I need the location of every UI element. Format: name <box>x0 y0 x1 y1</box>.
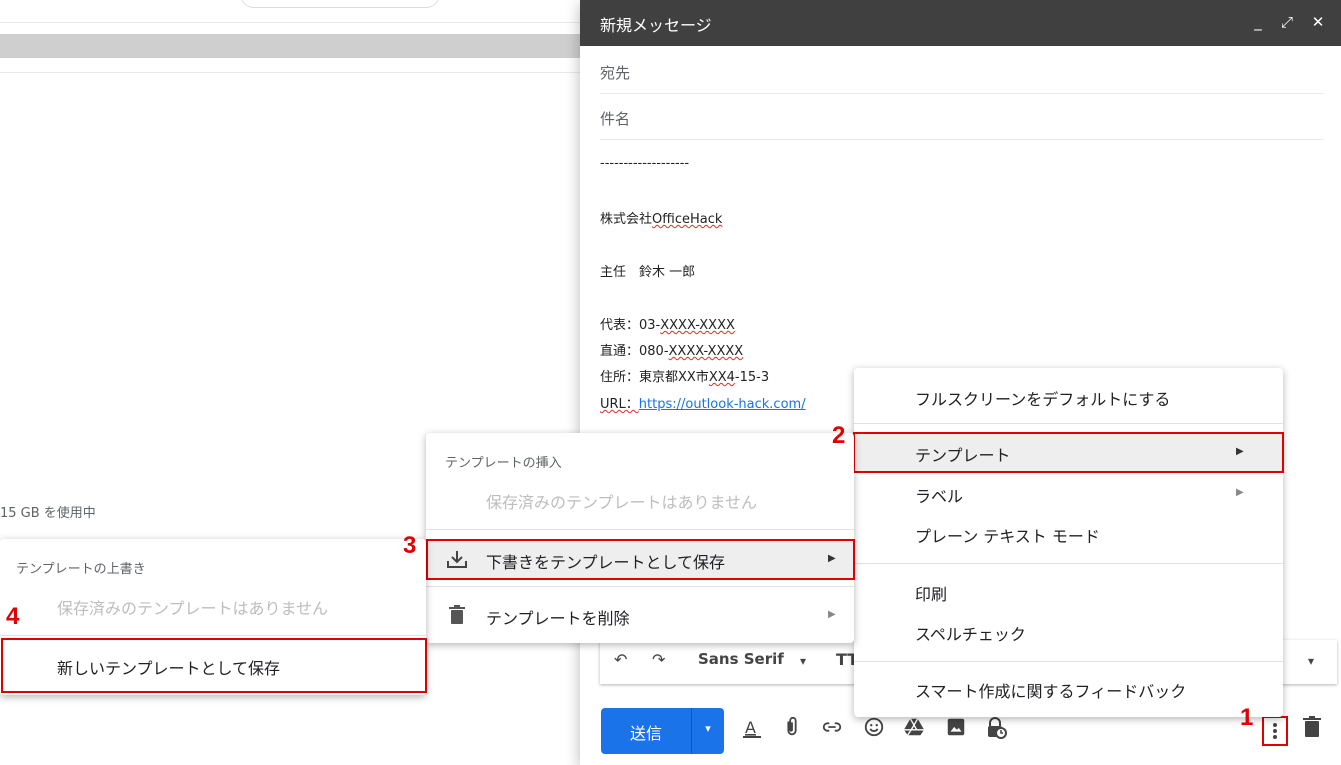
redo-icon[interactable]: ↷ <box>652 650 665 669</box>
discard-draft-icon[interactable] <box>1298 716 1326 744</box>
highlight-templates <box>853 432 1284 473</box>
svg-text:A: A <box>745 718 756 737</box>
step-4-label: 4 <box>6 603 20 630</box>
expand-icon[interactable]: ⤢ <box>1276 10 1298 34</box>
templates-menu: テンプレートの挿入 保存済みのテンプレートはありません 下書きをテンプレートとし… <box>426 433 854 643</box>
menu-divider <box>0 635 426 636</box>
overwrite-template-heading: テンプレートの上書き <box>16 562 146 577</box>
insert-photo-icon[interactable] <box>942 716 970 744</box>
signature-address: 住所：東京都XX市XX4-15-3 <box>600 370 770 385</box>
drive-icon[interactable] <box>900 716 928 744</box>
signature-phone-direct: 直通：080-XXXX-XXXX <box>600 344 744 359</box>
storage-usage: 15 GB を使用中 <box>0 506 96 521</box>
menu-item-spellcheck[interactable]: スペルチェック <box>854 611 1283 651</box>
font-caret-icon[interactable]: ▾ <box>800 654 806 668</box>
close-icon[interactable]: ✕ <box>1307 10 1329 34</box>
step-3-label: 3 <box>403 532 417 559</box>
signature-company: 株式会社OfficeHack <box>600 212 723 227</box>
menu-item-plain-text[interactable]: プレーン テキスト モード <box>854 513 1283 553</box>
send-label: 送信 <box>629 724 662 743</box>
signature-name: 主任 鈴木 一郎 <box>600 265 696 280</box>
menu-item-delete-template[interactable]: テンプレートを削除 ▶ <box>426 595 854 635</box>
menu-item-print[interactable]: 印刷 <box>854 571 1283 611</box>
font-family-select[interactable]: Sans Serif <box>698 650 784 668</box>
to-field[interactable]: 宛先 <box>600 48 1324 94</box>
to-placeholder: 宛先 <box>600 64 631 82</box>
background-toolbar-strip <box>0 34 600 58</box>
step-1-label: 1 <box>1240 704 1254 731</box>
background-divider <box>0 22 600 23</box>
submenu-arrow-icon: ▶ <box>1236 487 1244 498</box>
background-search-bar[interactable] <box>240 0 440 8</box>
menu-item-fullscreen-default[interactable]: フルスクリーンをデフォルトにする <box>854 376 1283 416</box>
compose-header: 新規メッセージ _ ⤢ ✕ <box>580 0 1341 46</box>
emoji-icon[interactable] <box>860 716 888 744</box>
send-button[interactable]: 送信 ▾ <box>601 708 724 754</box>
signature-separator: ------------------- <box>600 156 690 171</box>
trash-icon <box>448 605 466 629</box>
formatting-options-icon[interactable]: A <box>738 716 766 744</box>
undo-icon[interactable]: ↶ <box>614 650 627 669</box>
subject-placeholder: 件名 <box>600 110 631 128</box>
overwrite-none-saved: 保存済みのテンプレートはありません <box>57 599 329 618</box>
menu-divider <box>854 563 1283 564</box>
more-options-menu: フルスクリーンをデフォルトにする テンプレート ▶ ラベル ▶ プレーン テキス… <box>854 368 1283 717</box>
menu-divider <box>426 529 854 530</box>
insert-none-saved: 保存済みのテンプレートはありません <box>486 493 758 512</box>
signature-phone-main: 代表：03-XXXX-XXXX <box>600 318 735 333</box>
menu-divider <box>854 661 1283 662</box>
menu-divider <box>854 423 1283 424</box>
signature-url: URL：https://outlook-hack.com/ <box>600 397 806 412</box>
send-divider <box>691 708 692 754</box>
attach-icon[interactable] <box>778 716 806 744</box>
more-formatting-caret-icon[interactable]: ▾ <box>1308 654 1314 668</box>
more-options-button[interactable] <box>1262 716 1288 746</box>
confidential-mode-icon[interactable] <box>982 716 1010 744</box>
subject-field[interactable]: 件名 <box>600 94 1324 140</box>
signature-link[interactable]: https://outlook-hack.com/ <box>639 397 806 412</box>
insert-link-icon[interactable] <box>818 716 846 744</box>
menu-item-labels[interactable]: ラベル ▶ <box>854 473 1283 513</box>
highlight-new-template <box>1 638 427 693</box>
menu-item-smart-compose-feedback[interactable]: スマート作成に関するフィードバック <box>854 668 1283 708</box>
insert-template-heading: テンプレートの挿入 <box>445 456 562 471</box>
submenu-arrow-icon: ▶ <box>828 609 836 620</box>
minimize-icon[interactable]: _ <box>1247 10 1269 34</box>
send-options-icon[interactable]: ▾ <box>693 722 723 735</box>
menu-divider <box>426 586 854 587</box>
highlight-save-draft <box>426 539 855 580</box>
compose-title: 新規メッセージ <box>600 16 712 35</box>
background-divider <box>0 72 600 73</box>
step-2-label: 2 <box>832 422 846 449</box>
